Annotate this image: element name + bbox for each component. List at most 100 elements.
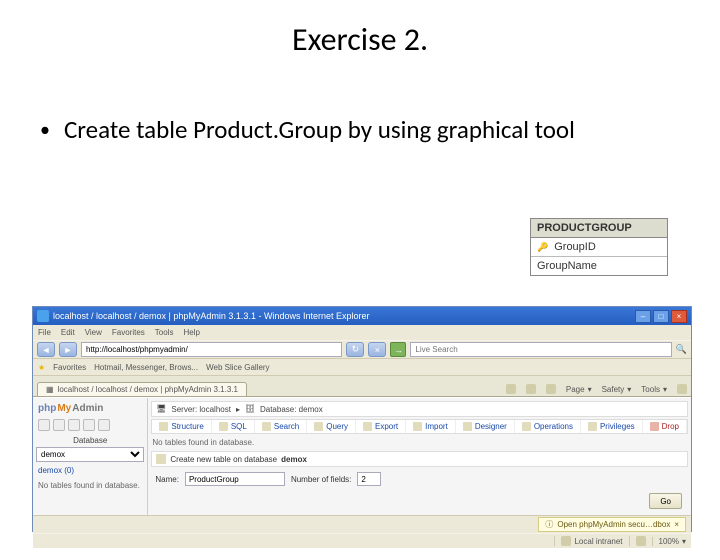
create-label: Create new table on database xyxy=(170,455,277,464)
main-tabs: Structure SQL Search Query Export Import… xyxy=(151,419,688,434)
table-diagram-row: GroupName xyxy=(531,257,667,275)
database-link[interactable]: demox (0) xyxy=(36,464,144,477)
zone-icon xyxy=(561,536,571,546)
phpmyadmin-main: 🖥 Server: localhost ▸ 🗄 Database: demox … xyxy=(148,398,691,515)
bullet-dot: • xyxy=(40,114,50,146)
bullet-text: Create table Product.Group by using grap… xyxy=(64,114,575,145)
menu-favorites[interactable]: Favorites xyxy=(112,328,145,337)
query-icon[interactable] xyxy=(68,419,80,431)
sidebar-note: No tables found in database. xyxy=(36,479,144,492)
ie-icon xyxy=(37,310,49,322)
tab-structure[interactable]: Structure xyxy=(152,420,211,433)
tab-icon: ▦ xyxy=(46,385,54,394)
logout-icon[interactable] xyxy=(53,419,65,431)
table-diagram: PRODUCTGROUP 🔑 GroupID GroupName xyxy=(530,218,668,276)
database-icon: 🗄 xyxy=(245,404,255,414)
status-bar: Local intranet 100% ▾ xyxy=(33,533,691,548)
menu-view[interactable]: View xyxy=(85,328,102,337)
tab-export[interactable]: Export xyxy=(356,420,406,433)
menu-bar: File Edit View Favorites Tools Help xyxy=(33,325,691,340)
phpmyadmin-logo: phpMyAdmin xyxy=(36,401,144,416)
create-table-header: Create new table on database demox xyxy=(151,451,688,467)
browser-tab[interactable]: ▦ localhost / localhost / demox | phpMyA… xyxy=(37,382,247,396)
tab-designer[interactable]: Designer xyxy=(456,420,515,433)
no-tables-notice: No tables found in database. xyxy=(151,436,688,449)
zoom-label[interactable]: 100% xyxy=(659,537,679,546)
phpmyadmin-sidebar: phpMyAdmin Database demox demox (0) No t… xyxy=(33,398,148,515)
slide-title: Exercise 2. xyxy=(0,20,720,59)
favorites-label[interactable]: Favorites xyxy=(53,363,86,372)
crumb-database[interactable]: Database: demox xyxy=(260,405,323,414)
address-input[interactable] xyxy=(81,342,342,357)
create-db-name: demox xyxy=(281,455,307,464)
tab-import[interactable]: Import xyxy=(406,420,456,433)
database-label: Database xyxy=(36,436,144,445)
go-button[interactable]: → xyxy=(390,342,406,357)
menu-file[interactable]: File xyxy=(38,328,51,337)
search-icon[interactable]: 🔍 xyxy=(676,344,687,355)
security-notification[interactable]: ⓘ Open phpMyAdmin secu…dbox × xyxy=(538,517,686,532)
maximize-button[interactable]: □ xyxy=(653,310,669,323)
info-icon: ⓘ xyxy=(545,519,553,530)
close-button[interactable]: × xyxy=(671,310,687,323)
page-menu[interactable]: Page ▾ xyxy=(566,385,592,394)
window-title: localhost / localhost / demox | phpMyAdm… xyxy=(53,311,370,321)
docs-icon[interactable] xyxy=(83,419,95,431)
home-icon[interactable] xyxy=(506,384,516,394)
favorites-star-icon[interactable]: ★ xyxy=(38,363,45,372)
print-icon[interactable] xyxy=(546,384,556,394)
tools-menu[interactable]: Tools ▾ xyxy=(641,385,667,394)
browser-titlebar[interactable]: localhost / localhost / demox | phpMyAdm… xyxy=(33,307,691,325)
name-label: Name: xyxy=(155,475,179,484)
webslice-link[interactable]: Web Slice Gallery xyxy=(206,363,269,372)
feeds-icon[interactable] xyxy=(526,384,536,394)
sidebar-icons xyxy=(36,418,144,432)
tab-search[interactable]: Search xyxy=(255,420,307,433)
address-bar-row: ◄ ► ↻ × → 🔍 xyxy=(33,340,691,359)
create-table-form: Name: Number of fields: xyxy=(151,469,688,489)
close-notif-icon[interactable]: × xyxy=(674,520,679,529)
table-diagram-row: 🔑 GroupID xyxy=(531,238,667,257)
primary-key-icon: 🔑 xyxy=(537,242,548,253)
column-name: GroupName xyxy=(537,260,597,272)
minimize-button[interactable]: – xyxy=(635,310,651,323)
notification-bar: ⓘ Open phpMyAdmin secu…dbox × xyxy=(33,515,691,533)
favorites-bar: ★ Favorites Hotmail, Messenger, Brows...… xyxy=(33,359,691,376)
fields-label: Number of fields: xyxy=(291,475,351,484)
tab-query[interactable]: Query xyxy=(307,420,356,433)
table-diagram-header: PRODUCTGROUP xyxy=(531,219,667,238)
tab-privileges[interactable]: Privileges xyxy=(581,420,643,433)
tab-drop[interactable]: Drop xyxy=(643,420,687,433)
browser-window: localhost / localhost / demox | phpMyAdm… xyxy=(32,306,692,532)
server-icon: 🖥 xyxy=(156,404,166,414)
tab-sql[interactable]: SQL xyxy=(212,420,255,433)
stop-button[interactable]: × xyxy=(368,342,386,357)
crumb-server[interactable]: Server: localhost xyxy=(171,405,231,414)
protected-mode-icon xyxy=(636,536,646,546)
menu-help[interactable]: Help xyxy=(183,328,199,337)
go-button[interactable]: Go xyxy=(649,493,682,509)
menu-tools[interactable]: Tools xyxy=(155,328,174,337)
fav-link[interactable]: Hotmail, Messenger, Brows... xyxy=(94,363,198,372)
safety-menu[interactable]: Safety ▾ xyxy=(602,385,632,394)
breadcrumb: 🖥 Server: localhost ▸ 🗄 Database: demox xyxy=(151,401,688,417)
reload-icon[interactable] xyxy=(98,419,110,431)
refresh-button[interactable]: ↻ xyxy=(346,342,364,357)
home-icon[interactable] xyxy=(38,419,50,431)
tab-operations[interactable]: Operations xyxy=(515,420,581,433)
page-body: phpMyAdmin Database demox demox (0) No t… xyxy=(33,397,691,515)
column-name: GroupID xyxy=(554,241,596,253)
search-input[interactable] xyxy=(410,342,671,357)
forward-button[interactable]: ► xyxy=(59,342,77,357)
database-select[interactable]: demox xyxy=(36,447,144,462)
zone-label: Local intranet xyxy=(574,537,622,546)
create-icon xyxy=(156,454,166,464)
table-name-input[interactable] xyxy=(185,472,285,486)
fields-count-input[interactable] xyxy=(357,472,381,486)
tab-strip: ▦ localhost / localhost / demox | phpMyA… xyxy=(33,376,691,397)
help-icon[interactable] xyxy=(677,384,687,394)
tab-label: localhost / localhost / demox | phpMyAdm… xyxy=(58,385,238,394)
back-button[interactable]: ◄ xyxy=(37,342,55,357)
menu-edit[interactable]: Edit xyxy=(61,328,75,337)
bullet-item: • Create table Product.Group by using gr… xyxy=(40,114,720,146)
